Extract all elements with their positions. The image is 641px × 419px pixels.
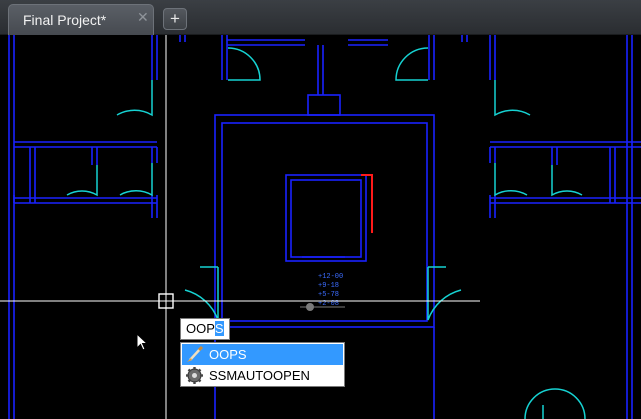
brush-icon — [187, 345, 204, 362]
document-tab-bar: Final Project* ✕ + — [0, 0, 641, 35]
command-input[interactable]: OOPS — [180, 318, 230, 340]
autocomplete-item-ssmautoopen[interactable]: SSMAUTOOPEN — [182, 365, 343, 386]
autocomplete-item-oops[interactable]: OOPS — [182, 344, 343, 365]
autocomplete-label: SSMAUTOOPEN — [209, 368, 310, 383]
elevation-label: +12-00 — [318, 273, 343, 281]
autocomplete-label: OOPS — [209, 347, 247, 362]
elevation-label: +5-78 — [318, 291, 339, 299]
command-typed-text: OOP — [186, 321, 215, 336]
tab-final-project[interactable]: Final Project* ✕ — [8, 4, 154, 35]
cad-application: Final Project* ✕ + +12-00 +9-18 +5-78 +2… — [0, 0, 641, 419]
elevation-labels: +12-00 +9-18 +5-78 +2-08 — [318, 273, 343, 308]
elevation-label: +9-18 — [318, 282, 339, 290]
autocomplete-list: OOPS SSMAUTOOPEN — [180, 342, 345, 387]
mouse-pointer-icon — [136, 333, 149, 351]
tab-title: Final Project* — [23, 12, 107, 28]
new-tab-button[interactable]: + — [163, 8, 187, 30]
gear-icon — [186, 367, 203, 384]
command-selected-text: S — [214, 321, 224, 336]
close-icon[interactable]: ✕ — [137, 10, 149, 24]
